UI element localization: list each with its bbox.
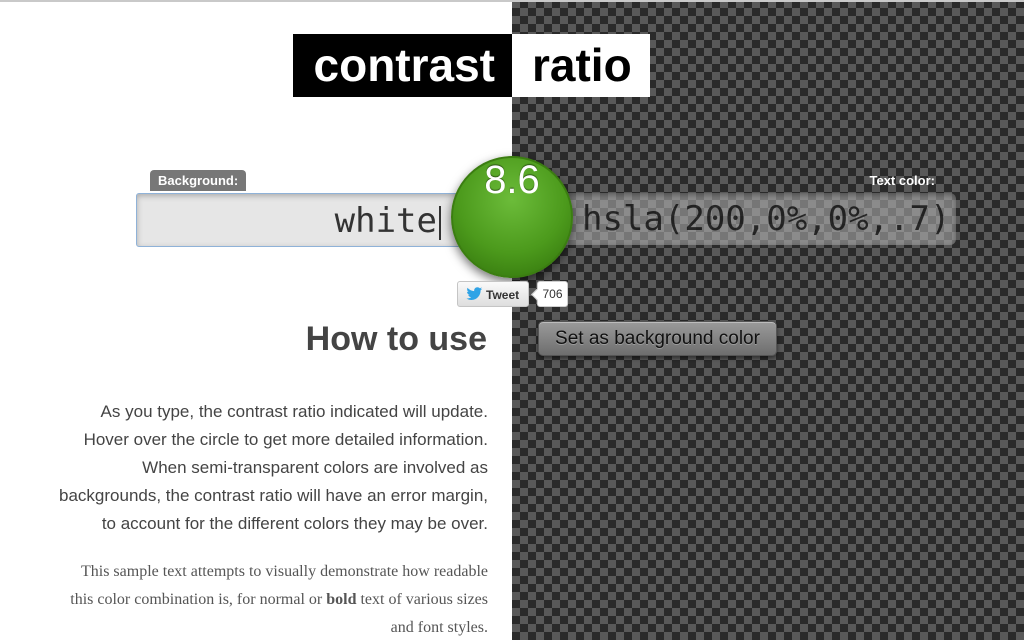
text-caret [439, 205, 441, 240]
contrast-ratio-circle[interactable]: 8.6 [451, 156, 573, 278]
tweet-button[interactable]: Tweet [457, 281, 529, 307]
title-ratio: ratio [512, 34, 650, 97]
instruction-line: to account for the different colors they… [101, 514, 488, 533]
background-input[interactable]: white [136, 193, 466, 247]
tweet-label: Tweet [486, 288, 520, 302]
background-input-value: white [334, 201, 437, 241]
sample-line: This sample text attempts to visually de… [80, 563, 488, 580]
instruction-line: As you type, the contrast ratio indicate… [100, 402, 488, 421]
text-color-input[interactable]: hsla(200,0%,0%,.7) [546, 193, 956, 245]
instruction-line: When semi-transparent colors are involve… [142, 458, 488, 477]
sample-text: this color combination is, for normal or [70, 591, 327, 608]
sample-text: text of various sizes [356, 591, 488, 608]
how-to-use-heading: How to use [305, 320, 487, 358]
text-color-label: Text color: [869, 173, 936, 188]
background-label: Background: [150, 170, 247, 191]
tweet-count-badge[interactable]: 706 [537, 281, 568, 307]
instructions-paragraph: As you type, the contrast ratio indicate… [8, 398, 488, 538]
sample-line: this color combination is, for normal or… [8, 586, 488, 614]
sample-text-paragraph: This sample text attempts to visually de… [8, 558, 488, 642]
instruction-line: backgrounds, the contrast ratio will hav… [59, 486, 488, 505]
twitter-bird-icon [466, 287, 483, 300]
sample-bold-text: bold [326, 591, 357, 608]
instruction-line: Hover over the circle to get more detail… [83, 430, 488, 449]
title-contrast: contrast [293, 34, 512, 97]
set-as-background-button[interactable]: Set as background color [538, 321, 777, 356]
window-top-border [0, 0, 1024, 2]
sample-line: and font styles. [390, 619, 488, 636]
